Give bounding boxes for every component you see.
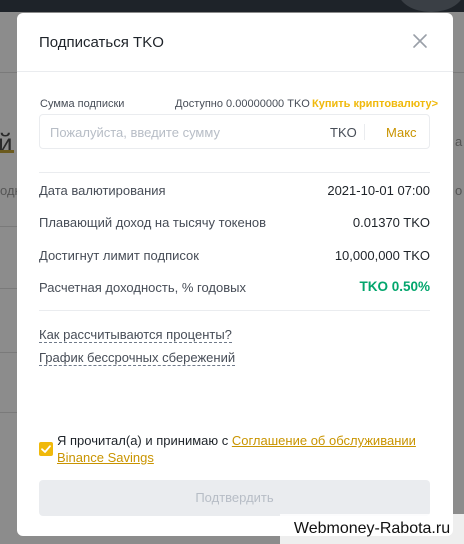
subscription-limit-value: 10,000,000 TKO xyxy=(334,248,430,263)
agreement-checkbox[interactable] xyxy=(39,442,53,456)
subscription-amount-label: Сумма подписки xyxy=(40,98,125,110)
background-right-text-2: о xyxy=(455,183,463,198)
available-balance: Доступно 0.00000000 TKO xyxy=(175,98,310,110)
interest-calculation-link[interactable]: Как рассчитываются проценты? xyxy=(39,327,232,343)
floating-income-label: Плавающий доход на тысячу токенов xyxy=(39,215,267,230)
flexible-savings-schedule-link[interactable]: График бессрочных сбережений xyxy=(39,350,236,366)
confirm-button[interactable]: Подтвердить xyxy=(39,480,430,516)
modal-title: Подписаться TKO xyxy=(39,34,164,51)
floating-income-value: 0.01370 TKO xyxy=(352,215,430,230)
close-icon[interactable] xyxy=(411,32,429,50)
estimated-apy-label: Расчетная доходность, % годовых xyxy=(39,280,246,295)
agreement-text: Я прочитал(а) и принимаю с Соглашение об… xyxy=(57,432,437,466)
background-accent xyxy=(0,150,14,153)
estimated-apy-value: TKO 0.50% xyxy=(359,279,430,294)
agreement-prefix: Я прочитал(а) и принимаю с xyxy=(57,433,232,448)
background-heading: й xyxy=(0,128,13,158)
buy-crypto-link[interactable]: Купить криптовалюту> xyxy=(312,98,438,110)
max-button[interactable]: Макс xyxy=(386,125,417,140)
background-divider xyxy=(0,412,17,413)
amount-input[interactable] xyxy=(50,122,310,142)
background-right-text-1: а xyxy=(455,134,463,149)
value-date-label: Дата валютирования xyxy=(39,183,166,198)
divider xyxy=(39,310,430,311)
value-date: 2021-10-01 07:00 xyxy=(327,183,430,198)
background-topbar xyxy=(0,0,464,12)
background-divider xyxy=(0,226,17,227)
divider xyxy=(39,172,430,173)
background-divider xyxy=(0,288,17,289)
amount-unit: TKO xyxy=(330,125,357,140)
subscription-limit-label: Достигнут лимит подписок xyxy=(39,248,199,263)
subscribe-modal: Подписаться TKO Сумма подписки Доступно … xyxy=(17,13,453,536)
background-divider xyxy=(0,352,17,353)
checkmark-icon xyxy=(41,445,51,453)
field-separator xyxy=(364,124,365,140)
watermark: Webmoney-Rabota.ru xyxy=(280,514,464,544)
amount-field: TKO Макс xyxy=(39,114,430,149)
modal-header: Подписаться TKO xyxy=(17,13,453,72)
